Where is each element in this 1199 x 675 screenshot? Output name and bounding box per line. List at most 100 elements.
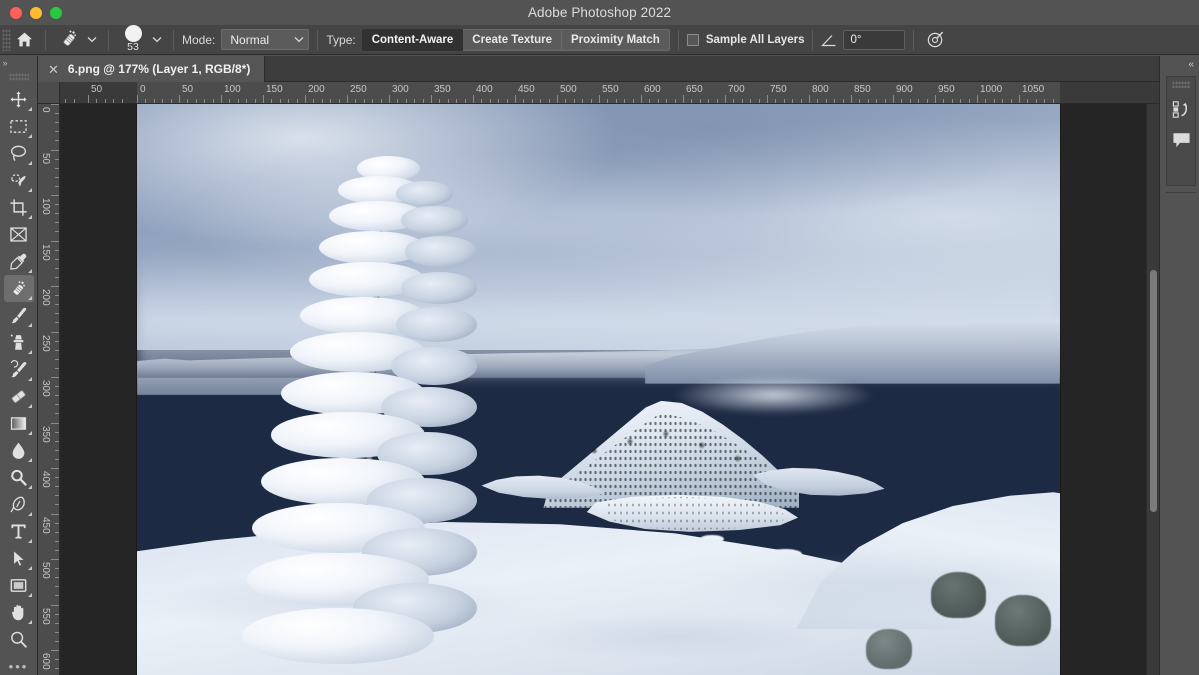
ruler-corner[interactable] (38, 82, 60, 104)
ruler-minor-tick (55, 113, 59, 114)
options-divider-7 (913, 30, 914, 50)
sample-all-layers-control[interactable]: Sample All Layers (687, 34, 805, 46)
horizontal-ruler[interactable]: 0500501001502002503003504004505005506006… (60, 82, 1199, 104)
history-brush-tool[interactable] (4, 356, 34, 383)
ruler-minor-tick (162, 99, 163, 103)
ruler-minor-tick (960, 99, 961, 103)
type-label: Type: (326, 33, 355, 47)
crop-icon (9, 198, 28, 217)
ruler-minor-tick (55, 140, 59, 141)
ruler-minor-tick (55, 623, 59, 624)
ruler-minor-tick (55, 168, 59, 169)
blur-tool[interactable] (4, 437, 34, 464)
brush-preset-picker[interactable] (149, 28, 165, 52)
minimize-window-button[interactable] (30, 7, 42, 19)
title-bar: Adobe Photoshop 2022 (0, 0, 1199, 25)
brush-tip-shape (125, 25, 142, 42)
ruler-minor-tick (969, 99, 970, 103)
eraser-tool[interactable] (4, 383, 34, 410)
clone-stamp-tool[interactable] (4, 329, 34, 356)
ruler-minor-tick (549, 99, 550, 103)
ruler-minor-tick (55, 614, 59, 615)
blend-mode-select[interactable]: Normal (221, 29, 309, 50)
hand-icon (9, 603, 28, 622)
current-tool-preview[interactable] (54, 27, 84, 53)
toolbar-grip[interactable] (9, 73, 29, 81)
history-panel-icon[interactable] (1168, 94, 1194, 124)
eyedropper-tool[interactable] (4, 248, 34, 275)
ruler-label: 750 (770, 84, 787, 95)
chevron-down-icon (152, 36, 162, 43)
type-content-aware-button[interactable]: Content-Aware (362, 29, 464, 51)
ruler-label: 50 (91, 84, 102, 95)
photoshop-window: Adobe Photoshop 2022 (0, 0, 1199, 675)
hand-tool[interactable] (4, 599, 34, 626)
ruler-minor-tick (801, 99, 802, 103)
comments-panel-icon[interactable] (1168, 124, 1194, 154)
close-window-button[interactable] (10, 7, 22, 19)
rectangle-tool[interactable] (4, 572, 34, 599)
gradient-icon (9, 415, 28, 432)
ruler-minor-tick (280, 99, 281, 103)
pen-tool[interactable] (4, 491, 34, 518)
type-create-texture-button[interactable]: Create Texture (463, 29, 562, 51)
vertical-ruler[interactable]: 050100150200250300350400450500550600 (38, 104, 60, 675)
tool-preset-picker[interactable] (84, 28, 100, 52)
document-tab[interactable]: ✕ 6.png @ 177% (Layer 1, RGB/8*) (38, 56, 265, 82)
ruler-minor-tick (145, 99, 146, 103)
vertical-scrollbar-thumb[interactable] (1150, 270, 1157, 512)
ruler-label: 600 (40, 653, 51, 670)
ruler-minor-tick (238, 99, 239, 103)
spot-healing-brush-tool[interactable] (4, 275, 34, 302)
history-icon (1171, 99, 1192, 120)
brush-size-preview[interactable]: 53 (117, 27, 149, 53)
path-selection-tool[interactable] (4, 545, 34, 572)
ruler-minor-tick (255, 99, 256, 103)
vertical-scrollbar[interactable] (1146, 104, 1159, 675)
document-artboard[interactable] (137, 104, 1060, 675)
ruler-minor-tick (456, 99, 457, 103)
expand-toolbar-button[interactable]: » (0, 56, 38, 70)
home-button[interactable] (11, 28, 37, 52)
spot-healing-brush-icon (59, 29, 80, 50)
crop-tool[interactable] (4, 194, 34, 221)
dodge-icon (9, 468, 28, 487)
canvas-area[interactable] (60, 104, 1159, 675)
ruler-minor-tick (372, 99, 373, 103)
brush-tool[interactable] (4, 302, 34, 329)
ruler-minor-tick (55, 432, 59, 433)
zoom-tool[interactable] (4, 626, 34, 653)
move-tool[interactable] (4, 86, 34, 113)
options-bar-grip[interactable] (2, 29, 11, 51)
sample-all-layers-checkbox[interactable] (687, 34, 699, 46)
type-tool[interactable] (4, 518, 34, 545)
ruler-label: 300 (392, 84, 409, 95)
ruler-tick (221, 95, 222, 103)
rectangular-marquee-tool[interactable] (4, 113, 34, 140)
dodge-tool[interactable] (4, 464, 34, 491)
panel-group-grip[interactable] (1172, 81, 1190, 88)
ruler-minor-tick (55, 632, 59, 633)
ruler-minor-tick (381, 99, 382, 103)
object-selection-tool[interactable] (4, 167, 34, 194)
ruler-minor-tick (55, 459, 59, 460)
ruler-minor-tick (55, 550, 59, 551)
ruler-tick (977, 95, 978, 103)
angle-input[interactable]: 0° (843, 30, 905, 50)
collapse-panels-button[interactable]: « (1188, 58, 1194, 72)
lasso-tool[interactable] (4, 140, 34, 167)
maximize-window-button[interactable] (50, 7, 62, 19)
object-selection-icon (9, 171, 28, 190)
healing-type-segmented-control: Content-Aware Create Texture Proximity M… (362, 29, 670, 51)
ruler-tick (725, 95, 726, 103)
frame-tool[interactable] (4, 221, 34, 248)
ruler-minor-tick (55, 450, 59, 451)
ruler-tick (599, 95, 600, 103)
ruler-label: 1000 (980, 84, 1002, 95)
close-icon[interactable]: ✕ (48, 63, 59, 76)
gradient-tool[interactable] (4, 410, 34, 437)
pressure-for-size-button[interactable] (922, 28, 948, 52)
type-proximity-match-button[interactable]: Proximity Match (562, 29, 670, 51)
dock-divider (1166, 192, 1196, 193)
edit-toolbar-button[interactable]: ••• (9, 659, 29, 674)
